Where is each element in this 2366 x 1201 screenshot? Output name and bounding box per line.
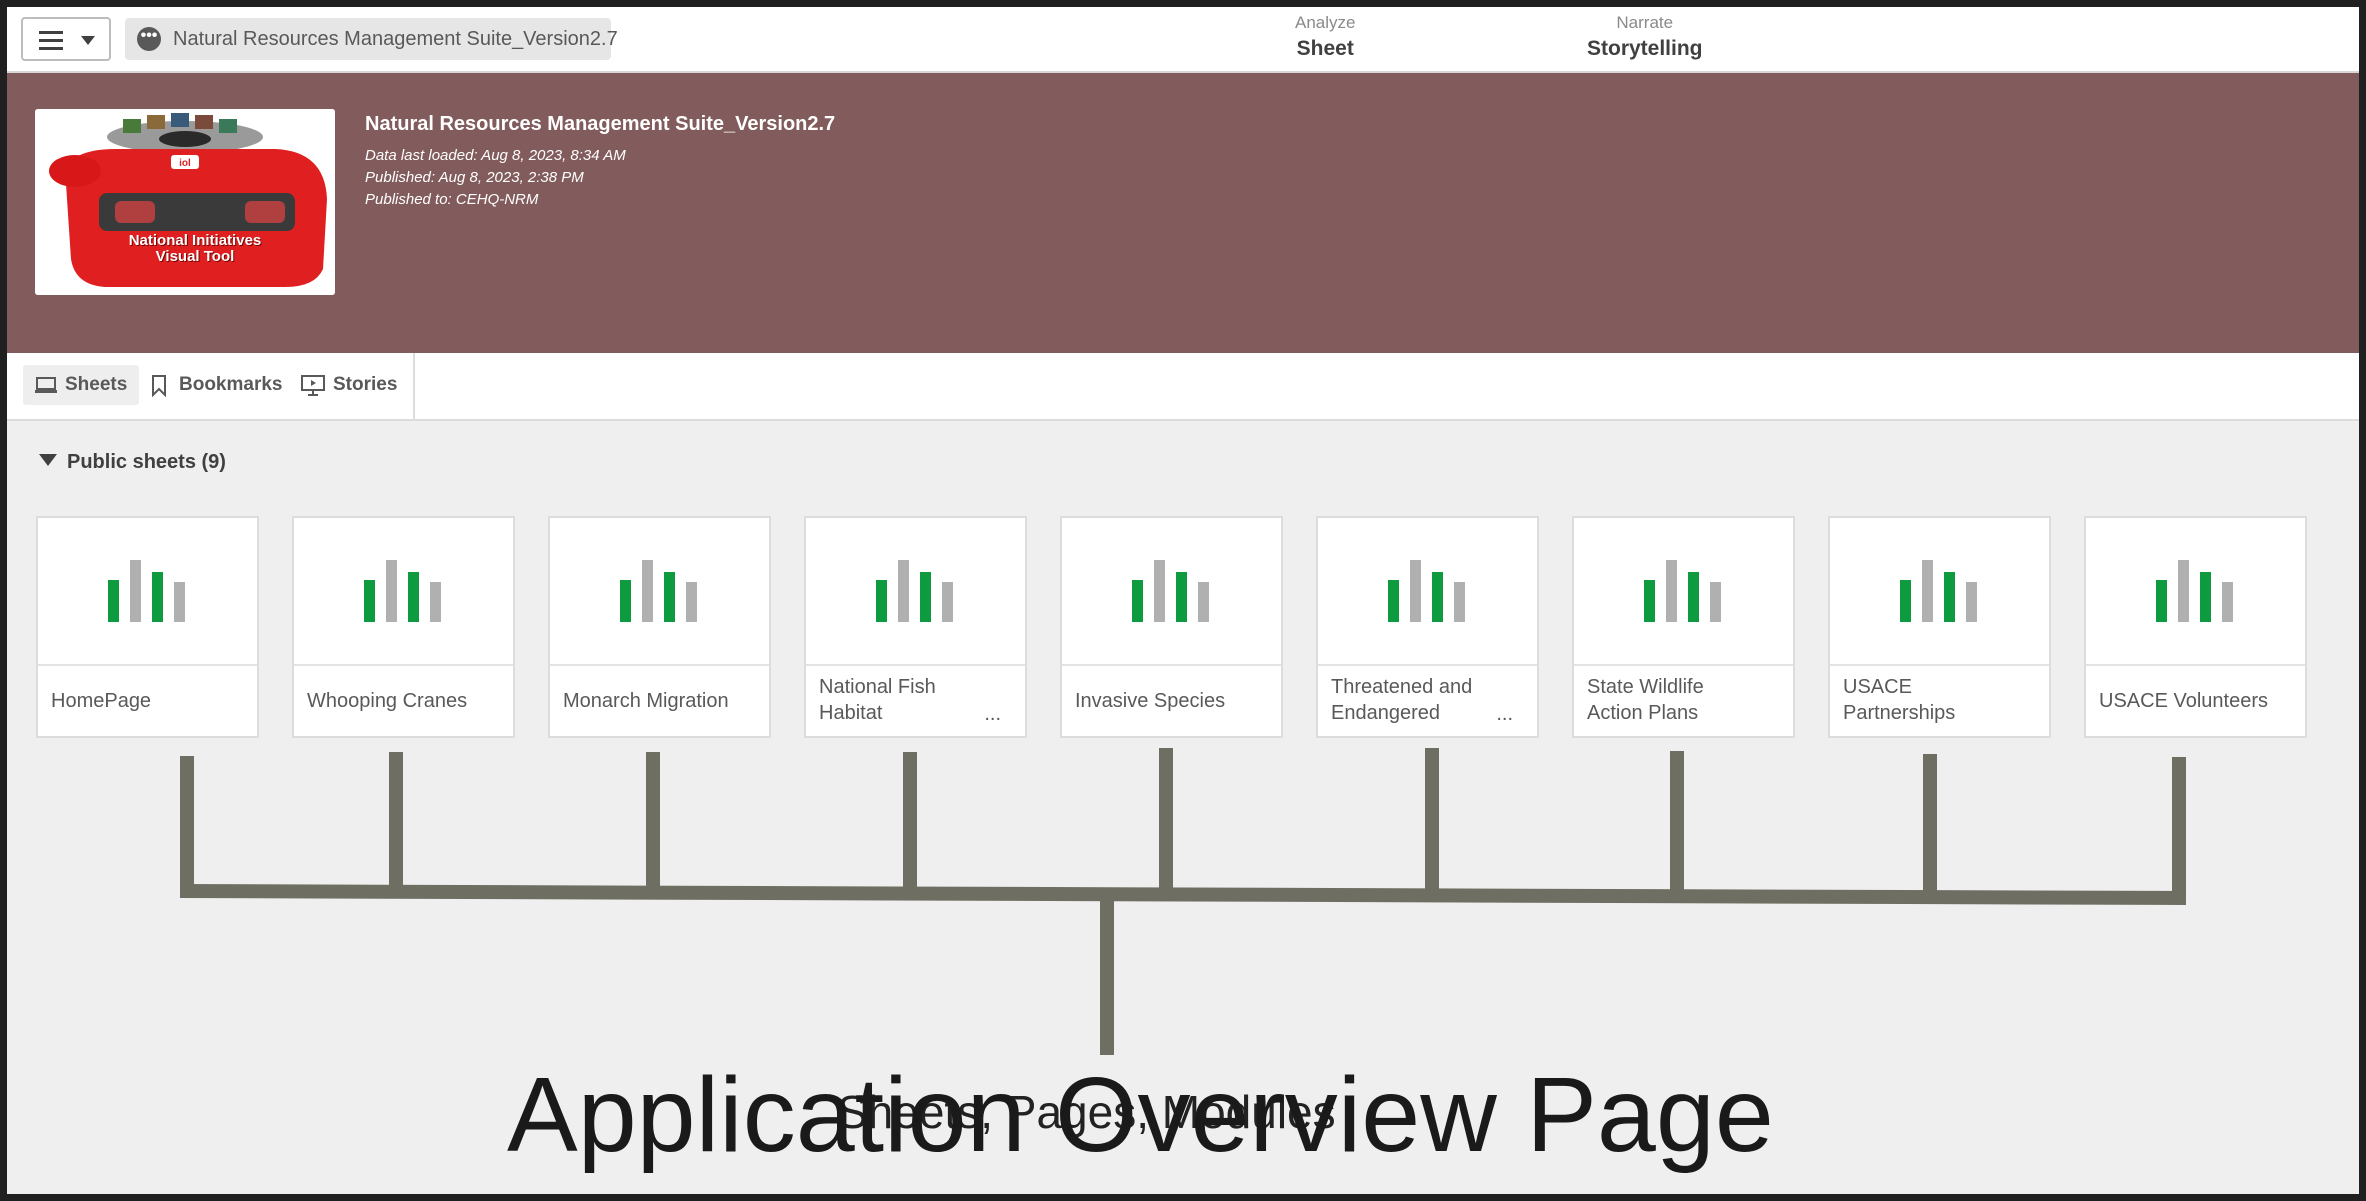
- annotation-connector: [179, 748, 2187, 1055]
- annotation-caption: Application Overview Page: [507, 1056, 1774, 1174]
- app-frame: ••• Natural Resources Management Suite_V…: [0, 0, 2366, 1201]
- connector-horizontal: [179, 884, 2187, 905]
